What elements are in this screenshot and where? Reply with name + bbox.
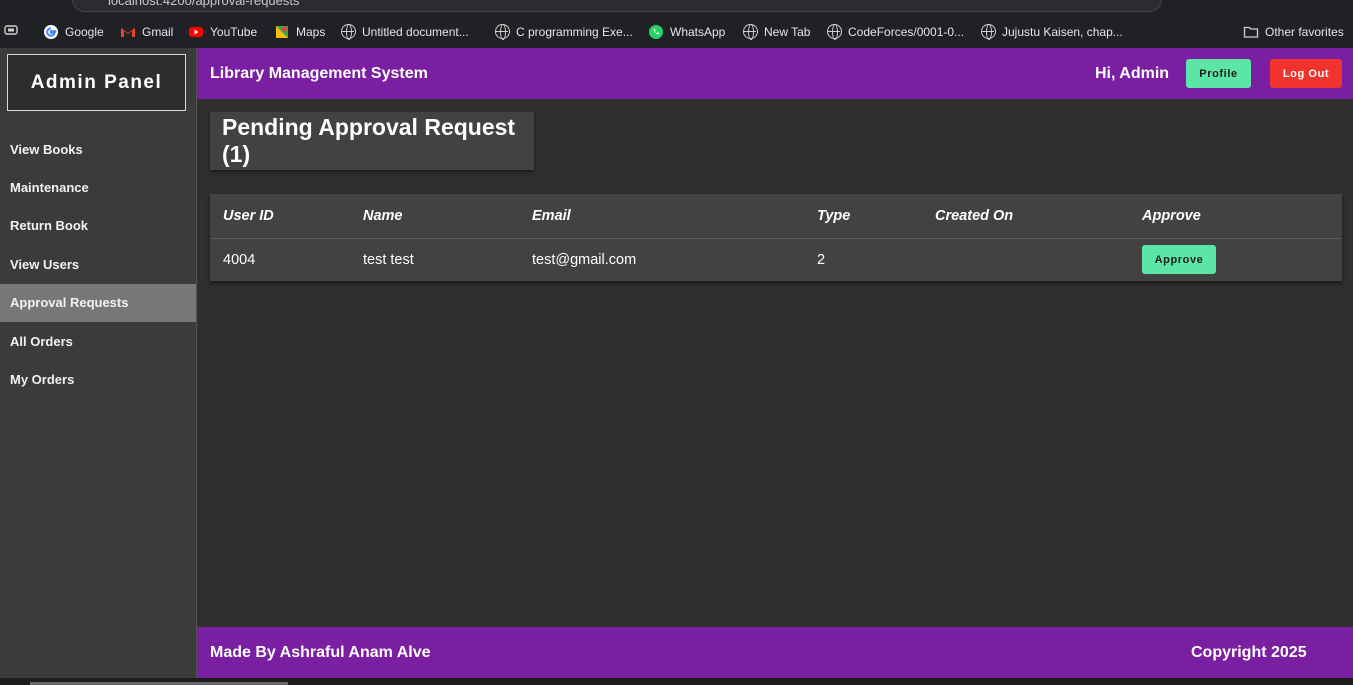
table-header-row: User ID Name Email Type Created On Appro… xyxy=(210,194,1342,239)
approve-button[interactable]: Approve xyxy=(1142,245,1216,275)
approval-table-card: User ID Name Email Type Created On Appro… xyxy=(210,194,1342,281)
sidebar: Admin Panel View Books Maintenance Retur… xyxy=(0,48,197,678)
bookmark-google[interactable]: Google xyxy=(43,24,104,40)
bookmark-gmail[interactable]: Gmail xyxy=(120,24,173,40)
bookmarks-bar: Google Gmail YouTube Maps Untitled docum… xyxy=(0,16,1353,48)
column-header-email: Email xyxy=(532,194,817,239)
footer-copyright: Copyright 2025 xyxy=(1191,644,1307,661)
logout-button[interactable]: Log Out xyxy=(1270,59,1342,88)
bookmark-label: C programming Exe... xyxy=(516,24,633,39)
main-content: Pending Approval Request (1) User ID Nam… xyxy=(197,99,1353,627)
column-header-name: Name xyxy=(363,194,532,239)
globe-icon xyxy=(827,24,842,40)
column-header-approve: Approve xyxy=(1142,194,1342,239)
column-header-type: Type xyxy=(817,194,935,239)
bookmark-label: WhatsApp xyxy=(670,25,726,39)
table-row: 4004 test test test@gmail.com 2 Approve xyxy=(210,238,1342,281)
top-navbar: Library Management System Hi, Admin Prof… xyxy=(197,48,1353,99)
sidebar-item-approval-requests[interactable]: Approval Requests xyxy=(0,283,196,322)
sidebar-nav: View Books Maintenance Return Book View … xyxy=(0,130,196,399)
bookmark-untitled-document[interactable]: Untitled document... xyxy=(341,24,469,40)
sidebar-item-return-book[interactable]: Return Book xyxy=(0,207,196,245)
cell-user-id: 4004 xyxy=(223,251,256,268)
cell-name: test test xyxy=(363,251,414,268)
globe-icon xyxy=(341,24,356,40)
column-header-created-on: Created On xyxy=(935,194,1142,239)
bookmark-label: Gmail xyxy=(142,25,174,39)
maps-icon xyxy=(276,26,288,38)
column-header-user-id: User ID xyxy=(210,194,363,239)
bookmark-label: YouTube xyxy=(210,25,258,39)
admin-panel-brand: Admin Panel xyxy=(7,54,186,111)
bookmark-label: Google xyxy=(65,25,104,39)
gmail-icon xyxy=(121,28,135,37)
sidebar-item-view-books[interactable]: View Books xyxy=(0,130,196,168)
browser-address-strip: localhost:4200/approval-requests xyxy=(0,0,1353,16)
bookmark-label: Untitled document... xyxy=(362,24,469,39)
cell-created-on xyxy=(935,238,1142,281)
tab-search-icon[interactable] xyxy=(4,24,18,36)
bookmark-label: Maps xyxy=(296,25,326,39)
bookmark-maps[interactable]: Maps xyxy=(274,24,325,40)
bookmark-codeforces[interactable]: CodeForces/0001-0... xyxy=(827,24,965,40)
bookmark-label: Jujustu Kaisen, chap... xyxy=(1002,24,1123,39)
bookmark-whatsapp[interactable]: WhatsApp xyxy=(648,24,725,40)
address-bar-url[interactable]: localhost:4200/approval-requests xyxy=(108,0,300,8)
folder-icon xyxy=(1243,26,1259,38)
bookmark-label: New Tab xyxy=(764,24,811,39)
bookmark-c-programming[interactable]: C programming Exe... xyxy=(495,24,633,40)
footer-credit: Made By Ashraful Anam Alve xyxy=(210,644,431,661)
user-greeting: Hi, Admin xyxy=(1095,65,1170,82)
sidebar-item-my-orders[interactable]: My Orders xyxy=(0,360,196,398)
sidebar-item-all-orders[interactable]: All Orders xyxy=(0,322,196,360)
approval-requests-table: User ID Name Email Type Created On Appro… xyxy=(210,194,1342,281)
profile-button[interactable]: Profile xyxy=(1186,59,1251,88)
whatsapp-icon xyxy=(649,25,663,39)
bookmark-youtube[interactable]: YouTube xyxy=(188,24,257,40)
bookmark-new-tab[interactable]: New Tab xyxy=(743,24,811,40)
sidebar-item-view-users[interactable]: View Users xyxy=(0,245,196,283)
globe-icon xyxy=(981,24,996,40)
bookmark-jujutsu-kaisen[interactable]: Jujustu Kaisen, chap... xyxy=(981,24,1123,40)
cell-email: test@gmail.com xyxy=(532,251,637,268)
sidebar-item-maintenance[interactable]: Maintenance xyxy=(0,168,196,206)
google-icon xyxy=(44,25,58,39)
youtube-icon xyxy=(189,27,203,37)
bookmark-label: Other favorites xyxy=(1265,25,1344,39)
bookmark-other-favorites[interactable]: Other favorites xyxy=(1243,24,1344,40)
globe-icon xyxy=(743,24,758,40)
globe-icon xyxy=(495,24,510,40)
footer: Made By Ashraful Anam Alve Copyright 202… xyxy=(197,627,1353,678)
app-title: Library Management System xyxy=(210,65,428,82)
bookmark-label: CodeForces/0001-0... xyxy=(848,24,965,39)
cell-approve: Approve xyxy=(1142,238,1342,281)
cell-type: 2 xyxy=(817,251,826,268)
page-title: Pending Approval Request (1) xyxy=(210,112,534,170)
